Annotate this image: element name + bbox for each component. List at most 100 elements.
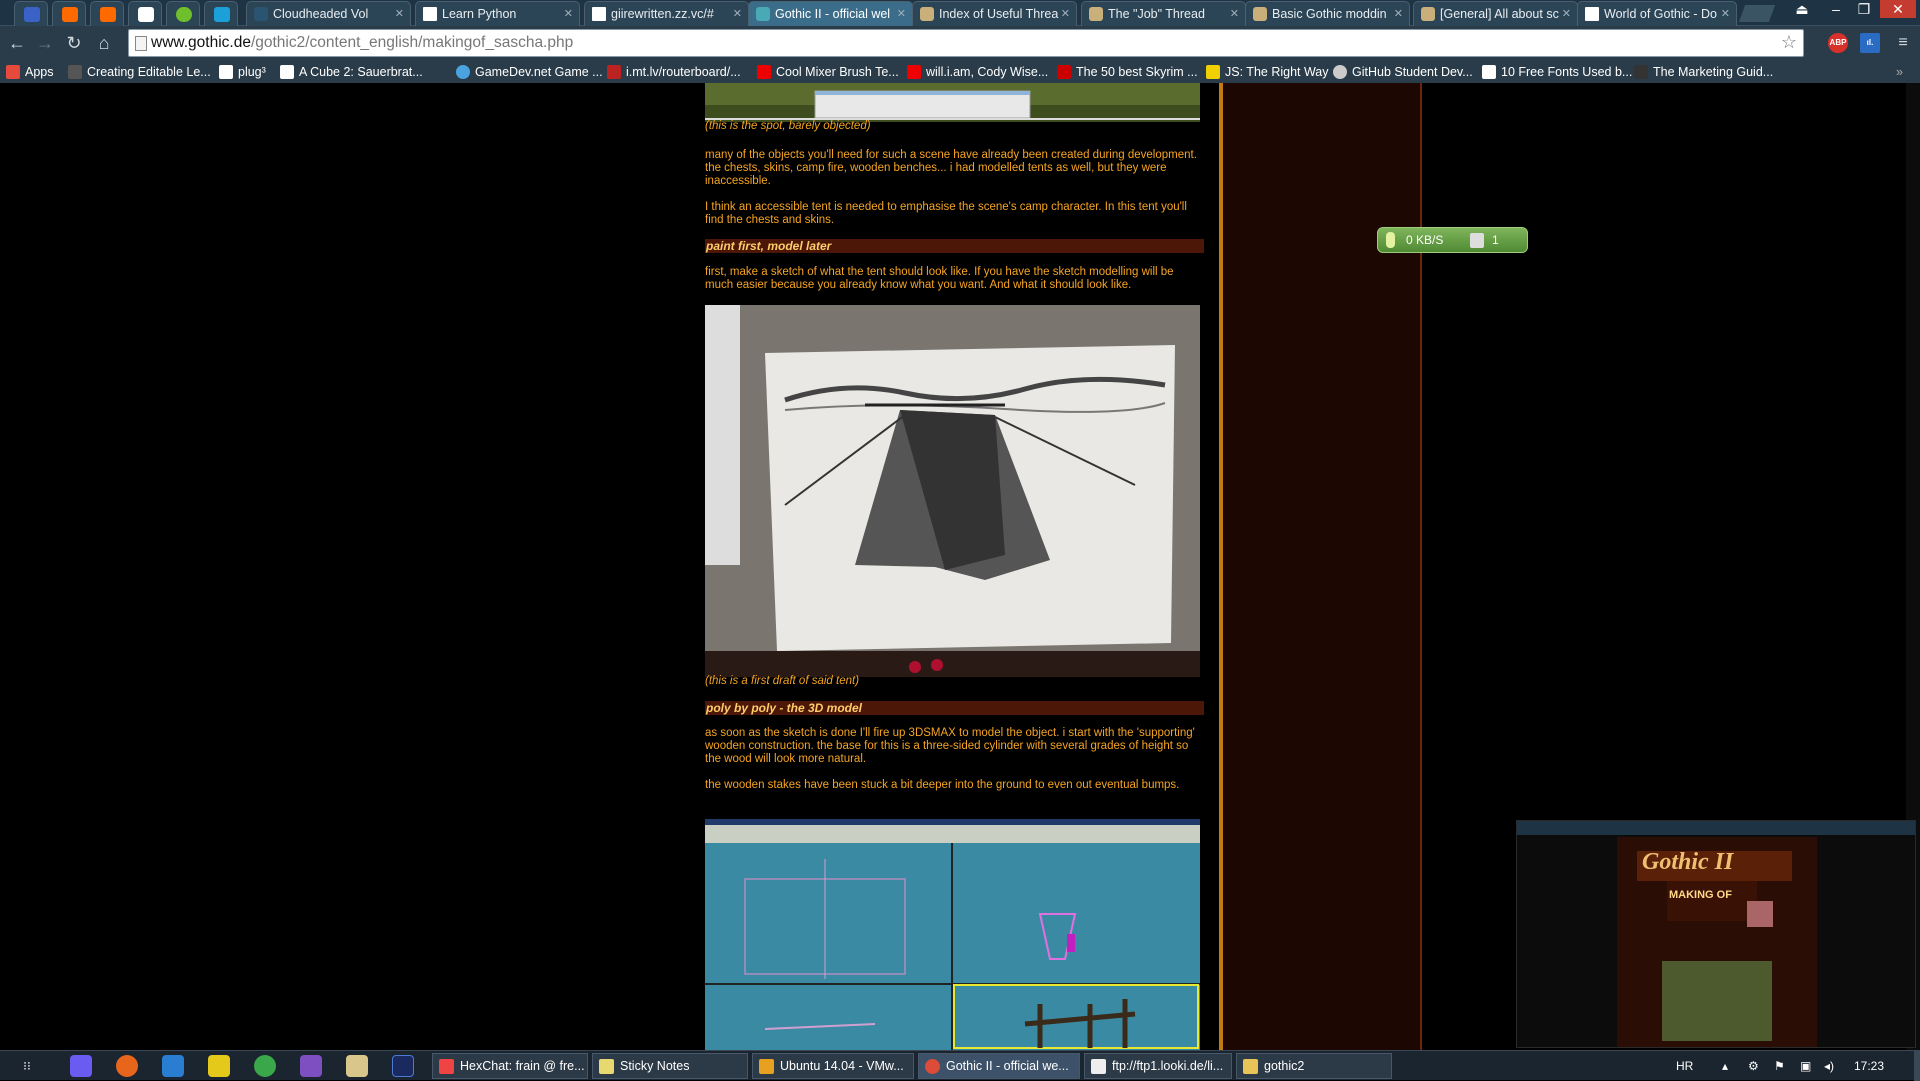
pinned-tab-6[interactable] <box>204 1 238 26</box>
url-host: www.gothic.de <box>151 34 251 51</box>
download-arrow-icon <box>1386 232 1395 248</box>
bookmark-item[interactable]: The Marketing Guid... <box>1634 63 1773 81</box>
task-gothic-chrome[interactable]: Gothic II - official we... <box>918 1053 1080 1079</box>
tab-learn-python[interactable]: Learn Python ✕ <box>415 1 580 26</box>
tent-sketch-photo <box>705 305 1200 677</box>
download-count: 1 <box>1492 233 1499 247</box>
forward-arrow-icon[interactable]: → <box>34 32 56 54</box>
gamedev-icon <box>456 65 470 79</box>
photoshop-icon[interactable] <box>392 1055 414 1077</box>
download-speed-widget[interactable]: 0 KB/S 1 <box>1377 227 1528 253</box>
url-text[interactable]: www.gothic.de/gothic2/content_english/ma… <box>151 34 573 52</box>
visual-studio-icon[interactable] <box>300 1055 322 1077</box>
task-hexchat[interactable]: HexChat: frain @ fre... <box>432 1053 588 1079</box>
tray-expand-icon[interactable]: ▴ <box>1722 1051 1736 1081</box>
site-icon <box>1482 65 1496 79</box>
tab-world-of-gothic[interactable]: World of Gothic - Do ✕ <box>1577 1 1737 26</box>
profile-icon[interactable]: ⏏ <box>1788 0 1816 18</box>
windows-explorer-icon[interactable] <box>162 1055 184 1077</box>
start-menu-icon[interactable]: ⁝⁝ <box>16 1055 38 1077</box>
address-bar[interactable]: www.gothic.de/gothic2/content_english/ma… <box>128 29 1804 57</box>
firefox-icon[interactable] <box>116 1055 138 1077</box>
tab-giirewritten[interactable]: giirewritten.zz.vc/# ✕ <box>584 1 749 26</box>
folder-icon <box>1243 1059 1258 1074</box>
bookmark-item[interactable]: GitHub Student Dev... <box>1333 63 1473 81</box>
clock[interactable]: 17:23 <box>1854 1051 1894 1081</box>
tent-sketch-graphic <box>705 305 1200 677</box>
close-tab-icon[interactable]: ✕ <box>1721 2 1730 26</box>
close-tab-icon[interactable]: ✕ <box>897 2 906 26</box>
flag-icon[interactable]: ⚑ <box>1774 1051 1790 1081</box>
paragraph-objects: many of the objects you'll need for such… <box>705 149 1197 187</box>
caption-spot: (this is the spot, barely objected) <box>705 120 871 132</box>
bookmark-item[interactable]: A Cube 2: Sauerbrat... <box>280 63 423 81</box>
back-arrow-icon[interactable]: ← <box>6 32 28 54</box>
close-tab-icon[interactable]: ✕ <box>564 2 573 26</box>
tab-cloudheaded[interactable]: Cloudheaded Vol ✕ <box>246 1 411 26</box>
pinned-tab-4[interactable] <box>128 1 162 26</box>
new-tab-button[interactable] <box>1738 5 1776 22</box>
task-ftp[interactable]: ftp://ftp1.looki.de/li... <box>1084 1053 1232 1079</box>
tab-job-thread[interactable]: The "Job" Thread ✕ <box>1081 1 1246 26</box>
close-tab-icon[interactable]: ✕ <box>1230 2 1239 26</box>
reload-icon[interactable]: ↻ <box>63 32 85 54</box>
spotify-icon[interactable] <box>254 1055 276 1077</box>
bookmark-item[interactable]: 10 Free Fonts Used b... <box>1482 63 1632 81</box>
tab-general-all-about[interactable]: [General] All about sc ✕ <box>1413 1 1578 26</box>
forum-favicon-icon <box>1089 7 1103 21</box>
bookmark-item[interactable]: GameDev.net Game ... <box>456 63 603 81</box>
screenshot-image-spot <box>705 83 1200 122</box>
pinned-tab-3[interactable] <box>90 1 124 26</box>
menu-icon[interactable]: ≡ <box>1892 32 1914 54</box>
home-icon[interactable]: ⌂ <box>93 32 115 54</box>
pinned-tab-2[interactable] <box>52 1 86 26</box>
adblock-plus-icon[interactable]: ABP <box>1828 33 1848 53</box>
show-desktop-button[interactable] <box>1914 1051 1920 1081</box>
language-indicator[interactable]: HR <box>1676 1051 1706 1081</box>
bookmark-item[interactable]: JS: The Right Way <box>1206 63 1329 81</box>
bookmarks-overflow-icon[interactable]: » <box>1896 63 1903 81</box>
caption-draft: (this is a first draft of said tent) <box>705 675 860 687</box>
minimize-button[interactable]: – <box>1822 0 1850 18</box>
apps-grid-icon <box>6 65 20 79</box>
close-tab-icon[interactable]: ✕ <box>733 2 742 26</box>
bookmark-item[interactable]: The 50 best Skyrim ... <box>1057 63 1198 81</box>
notepad-icon[interactable] <box>346 1055 368 1077</box>
pinned-tab-1[interactable] <box>14 1 48 26</box>
paragraph-3dsmax: as soon as the sketch is done I'll fire … <box>705 727 1195 765</box>
task-ubuntu-vmware[interactable]: Ubuntu 14.04 - VMw... <box>752 1053 914 1079</box>
bookmark-item[interactable]: Cool Mixer Brush Te... <box>757 63 899 81</box>
tab-gothic-official[interactable]: Gothic II - official wel ✕ <box>748 1 913 26</box>
tab-index-useful-threads[interactable]: Index of Useful Threa ✕ <box>912 1 1077 26</box>
close-tab-icon[interactable]: ✕ <box>1562 2 1571 26</box>
hexchat-icon <box>439 1059 454 1074</box>
stats-extension-icon[interactable]: ıl. <box>1860 33 1880 53</box>
page-info-icon <box>135 36 147 51</box>
app-icon[interactable] <box>208 1055 230 1077</box>
bookmark-star-icon[interactable]: ☆ <box>1781 32 1797 53</box>
bookmark-item[interactable]: will.i.am, Cody Wise... <box>907 63 1048 81</box>
vmware-icon <box>759 1059 774 1074</box>
file-icon <box>1470 233 1484 248</box>
tray-app-icon[interactable]: ⚙ <box>1748 1051 1764 1081</box>
network-icon[interactable]: ▣ <box>1800 1051 1816 1081</box>
heading-paint-first: paint first, model later <box>705 239 1204 253</box>
task-gothic2-folder[interactable]: gothic2 <box>1236 1053 1392 1079</box>
restore-button[interactable]: ❐ <box>1850 0 1878 18</box>
close-tab-icon[interactable]: ✕ <box>395 2 404 26</box>
close-tab-icon[interactable]: ✕ <box>1394 2 1403 26</box>
url-path: /gothic2/content_english/makingof_sascha… <box>250 34 574 51</box>
tab-basic-gothic-modding[interactable]: Basic Gothic moddin ✕ <box>1245 1 1410 26</box>
bookmark-apps[interactable]: Apps <box>6 63 54 81</box>
volume-icon[interactable]: ◂) <box>1824 1051 1840 1081</box>
task-sticky-notes[interactable]: Sticky Notes <box>592 1053 748 1079</box>
bookmark-item[interactable]: Creating Editable Le... <box>68 63 211 81</box>
3dsmax-viewport-graphic <box>705 819 1200 1050</box>
bookmark-item[interactable]: plug³ <box>219 63 266 81</box>
launcher-icon[interactable] <box>70 1055 92 1077</box>
pinned-tab-5[interactable] <box>166 1 200 26</box>
taskbar-window-preview[interactable]: Gothic II MAKING OF <box>1516 820 1916 1048</box>
close-tab-icon[interactable]: ✕ <box>1061 2 1070 26</box>
close-window-button[interactable]: ✕ <box>1880 0 1916 18</box>
bookmark-item[interactable]: i.mt.lv/routerboard/... <box>607 63 741 81</box>
